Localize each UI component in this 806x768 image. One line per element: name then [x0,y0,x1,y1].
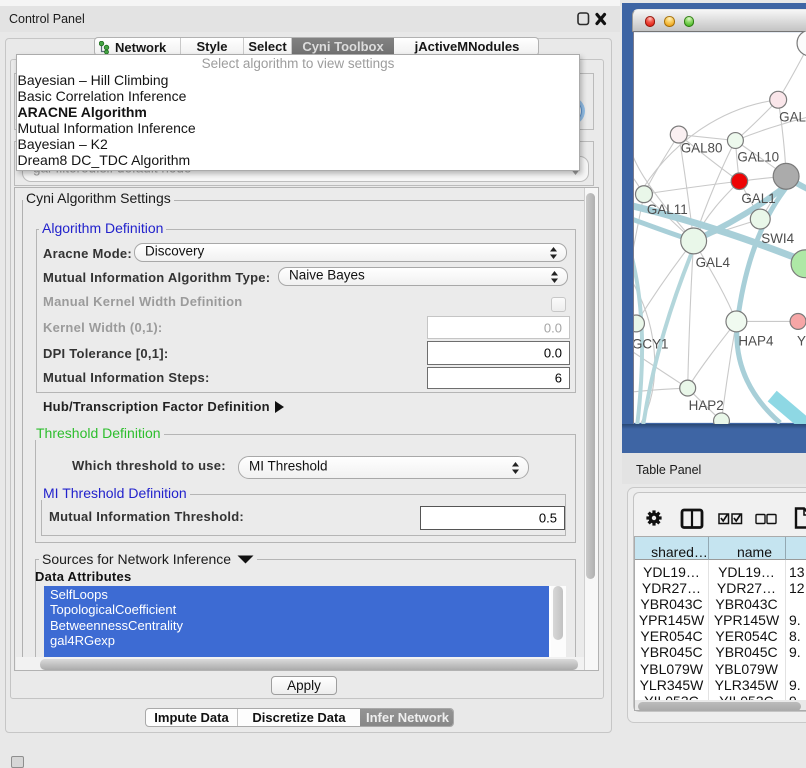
svg-text:GAL4: GAL4 [696,255,731,270]
svg-text:GAL2: GAL2 [779,110,806,125]
svg-text:GAL80: GAL80 [681,140,723,155]
svg-text:GAL11: GAL11 [647,202,688,217]
svg-text:GAL10: GAL10 [737,149,779,164]
svg-text:HAP2: HAP2 [689,398,724,413]
svg-text:HAP4: HAP4 [738,333,774,348]
svg-text:SWI4: SWI4 [761,231,794,246]
svg-text:YM: YM [797,333,806,348]
svg-text:GAL1: GAL1 [741,191,775,206]
svg-text:GCY1: GCY1 [633,336,669,351]
